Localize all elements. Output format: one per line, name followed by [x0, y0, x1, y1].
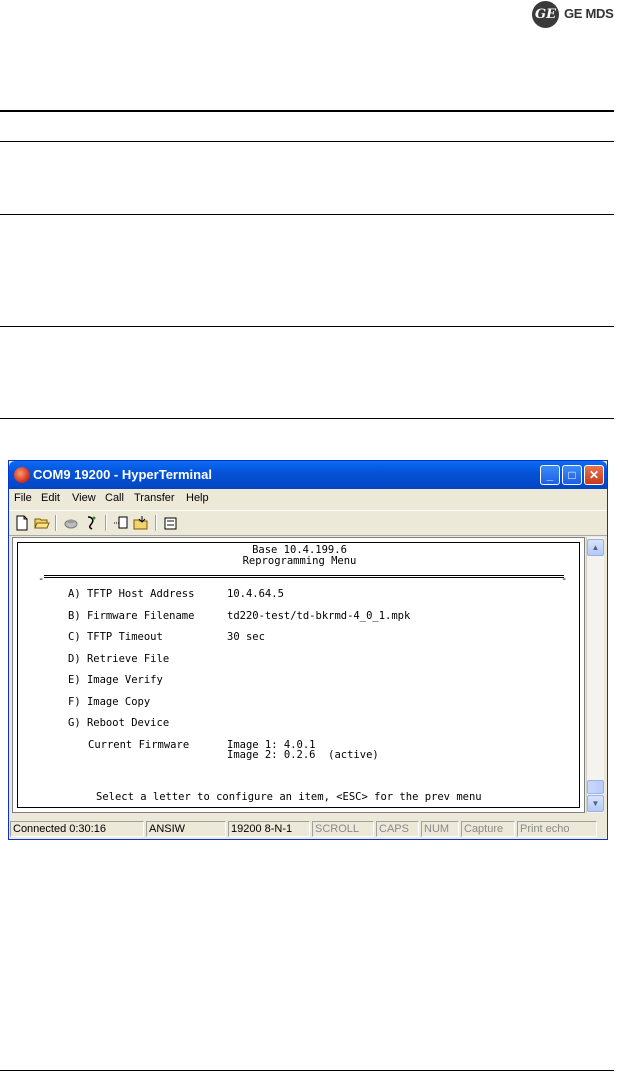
terminal-rule-end: -	[38, 573, 45, 585]
status-scroll: SCROLL	[312, 821, 374, 837]
terminal-header-title: Reprogramming Menu	[242, 555, 357, 567]
ge-mds-logo: GE GE MDS	[530, 0, 619, 30]
menu-call[interactable]: Call	[105, 492, 124, 504]
menu-item-d[interactable]: D) Retrieve File	[68, 653, 169, 665]
ge-emblem-icon: GE	[532, 1, 559, 28]
scroll-up-button[interactable]: ▲	[587, 539, 604, 556]
divider-line	[0, 326, 614, 327]
toolbar-separator	[155, 515, 157, 531]
terminal-rule-end: -	[561, 573, 568, 585]
menu-transfer[interactable]: Transfer	[134, 492, 175, 504]
maximize-button[interactable]: □	[562, 465, 582, 485]
disconnect-icon[interactable]	[63, 515, 79, 531]
menu-item-e[interactable]: E) Image Verify	[68, 674, 163, 686]
logo-text: GE MDS	[564, 6, 614, 21]
terminal-rule	[44, 575, 564, 578]
send-icon[interactable]	[113, 515, 129, 531]
hyperterminal-app-icon[interactable]	[14, 467, 30, 483]
divider-line	[0, 1070, 614, 1071]
menu-edit[interactable]: Edit	[41, 492, 60, 504]
status-settings: 19200 8-N-1	[228, 821, 310, 837]
menu-file[interactable]: File	[14, 492, 32, 504]
status-emulation: ANSIW	[146, 821, 226, 837]
hyperterminal-window: COM9 19200 - HyperTerminal _ □ ✕ File Ed…	[8, 460, 608, 840]
divider-line	[0, 214, 614, 215]
toolbar	[9, 510, 607, 536]
new-icon[interactable]	[14, 515, 30, 531]
status-bar: Connected 0:30:16 ANSIW 19200 8-N-1 SCRO…	[9, 819, 607, 839]
terminal-area[interactable]: Base 10.4.199.6 Reprogramming Menu - - A…	[12, 537, 585, 813]
scroll-thumb[interactable]	[587, 780, 604, 794]
menu-item-b-value: td220-test/td-bkrmd-4_0_1.mpk	[227, 610, 411, 622]
properties-icon[interactable]	[163, 515, 179, 531]
menu-bar: File Edit View Call Transfer Help	[9, 489, 607, 509]
open-icon[interactable]	[34, 515, 50, 531]
menu-item-b[interactable]: B) Firmware Filename	[68, 610, 194, 622]
minimize-button[interactable]: _	[540, 465, 560, 485]
menu-help[interactable]: Help	[186, 492, 209, 504]
status-num: NUM	[421, 821, 459, 837]
current-firmware-label: Current Firmware	[88, 739, 190, 751]
receive-icon[interactable]	[133, 515, 149, 531]
toolbar-separator	[55, 515, 57, 531]
title-bar[interactable]: COM9 19200 - HyperTerminal _ □ ✕	[9, 461, 607, 489]
menu-item-a[interactable]: A) TFTP Host Address	[68, 588, 194, 600]
menu-item-c[interactable]: C) TFTP Timeout	[68, 631, 163, 643]
close-button[interactable]: ✕	[584, 465, 604, 485]
menu-item-f[interactable]: F) Image Copy	[68, 696, 150, 708]
vertical-scrollbar[interactable]: ▲ ▼	[586, 537, 604, 813]
divider-line	[0, 141, 614, 142]
window-title: COM9 19200 - HyperTerminal	[33, 467, 212, 482]
menu-item-g[interactable]: G) Reboot Device	[68, 717, 169, 729]
dial-icon[interactable]	[83, 515, 99, 531]
terminal-screen[interactable]: Base 10.4.199.6 Reprogramming Menu - - A…	[17, 542, 580, 808]
terminal-prompt: Select a letter to configure an item, <E…	[96, 791, 482, 803]
menu-item-c-value: 30 sec	[227, 631, 265, 643]
status-print-echo: Print echo	[517, 821, 597, 837]
status-caps: CAPS	[376, 821, 419, 837]
menu-view[interactable]: View	[72, 492, 96, 504]
scroll-down-button[interactable]: ▼	[587, 795, 604, 812]
menu-item-a-value: 10.4.64.5	[227, 588, 284, 600]
divider-line	[0, 418, 614, 419]
status-connected: Connected 0:30:16	[10, 821, 144, 837]
firmware-image-2: Image 2: 0.2.6 (active)	[227, 749, 379, 761]
status-capture: Capture	[461, 821, 515, 837]
divider-line	[0, 110, 614, 112]
toolbar-separator	[105, 515, 107, 531]
